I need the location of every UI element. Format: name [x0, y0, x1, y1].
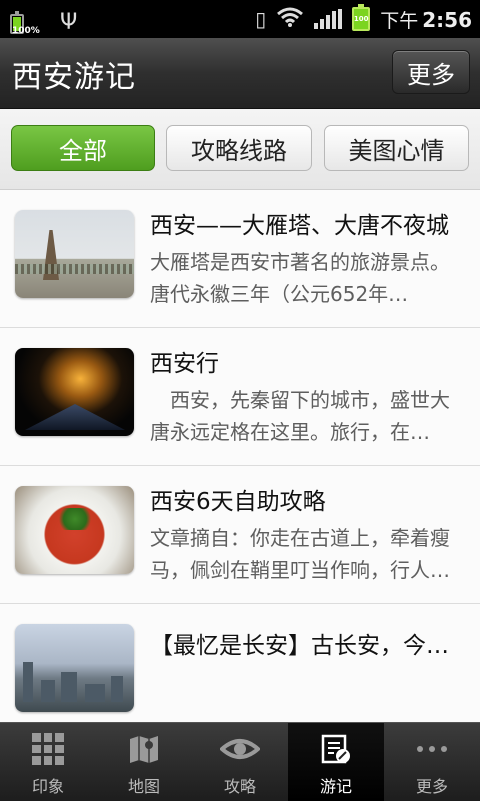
vibrate-icon: ▯	[255, 7, 267, 31]
more-button[interactable]: 更多	[392, 50, 470, 94]
list-item[interactable]: 【最忆是长安】古长安，今…	[0, 604, 480, 722]
filter-bar: 全部 攻略线路 美图心情	[0, 109, 480, 190]
clock: 下午 2:56	[380, 6, 472, 33]
status-right: ▯ 100 下午 2:56	[255, 0, 472, 38]
grid-icon	[32, 733, 64, 765]
wifi-icon	[276, 6, 304, 33]
item-title: 西安6天自助攻略	[150, 489, 326, 515]
signal-icon	[314, 9, 343, 29]
list-item[interactable]: 西安6天自助攻略 文章摘自：你走在古道上，牵着瘦马，佩剑在鞘里叮当作响，行人…	[0, 466, 480, 604]
battery-percentage: 100%	[12, 26, 40, 36]
night-palace-photo	[15, 348, 134, 436]
nav-item-more[interactable]: 更多	[384, 723, 480, 801]
status-left: 100% Ψ	[10, 4, 78, 36]
usb-icon: Ψ	[60, 10, 78, 35]
clock-prefix: 下午	[380, 9, 419, 32]
eye-icon	[220, 739, 260, 759]
nav-item-guide[interactable]: 攻略	[192, 723, 288, 801]
noodles-photo	[15, 486, 134, 574]
bottom-nav: 印象 地图 攻略 游记 更多	[0, 722, 480, 801]
list-item[interactable]: 西安——大雁塔、大唐不夜城 大雁塔是西安市著名的旅游景点。唐代永徽三年（公元65…	[0, 190, 480, 328]
item-title: 【最忆是长安】古长安，今…	[150, 633, 449, 659]
item-description: 文章摘自：你走在古道上，牵着瘦马，佩剑在鞘里叮当作响，行人…	[150, 526, 450, 582]
nav-item-impression[interactable]: 印象	[0, 723, 96, 801]
travelogue-list: 西安——大雁塔、大唐不夜城 大雁塔是西安市著名的旅游景点。唐代永徽三年（公元65…	[0, 190, 480, 722]
pagoda-square-photo	[15, 210, 134, 298]
item-description: 大雁塔是西安市著名的旅游景点。唐代永徽三年（公元652年…	[150, 250, 450, 306]
nav-label: 游记	[319, 777, 352, 796]
list-item[interactable]: 西安行 西安，先秦留下的城市，盛世大唐永远定格在这里。旅行，在…	[0, 328, 480, 466]
status-bar: 100% Ψ ▯ 100 下午 2:56	[0, 0, 480, 38]
nav-label: 攻略	[223, 777, 256, 796]
tab-all[interactable]: 全部	[11, 125, 155, 171]
map-icon	[130, 736, 158, 763]
item-title: 西安行	[150, 351, 219, 377]
city-skyline-photo	[15, 624, 134, 712]
battery-icon: 100	[352, 4, 371, 31]
title-bar: 西安游记 更多	[0, 38, 480, 109]
battery-value: 100	[353, 15, 369, 23]
nav-label: 地图	[127, 777, 160, 796]
item-description: 西安，先秦留下的城市，盛世大唐永远定格在这里。旅行，在…	[150, 388, 450, 444]
tab-guides-routes[interactable]: 攻略线路	[166, 125, 312, 171]
nav-label: 更多	[415, 777, 448, 796]
note-edit-icon	[321, 734, 350, 764]
tab-photos-moods[interactable]: 美图心情	[324, 125, 469, 171]
page-title: 西安游记	[12, 60, 136, 95]
more-dots-icon	[412, 733, 452, 765]
clock-time: 2:56	[422, 7, 472, 32]
item-title: 西安——大雁塔、大唐不夜城	[150, 213, 449, 239]
nav-label: 印象	[31, 777, 64, 796]
nav-item-travelogue[interactable]: 游记	[288, 723, 384, 801]
nav-item-map[interactable]: 地图	[96, 723, 192, 801]
